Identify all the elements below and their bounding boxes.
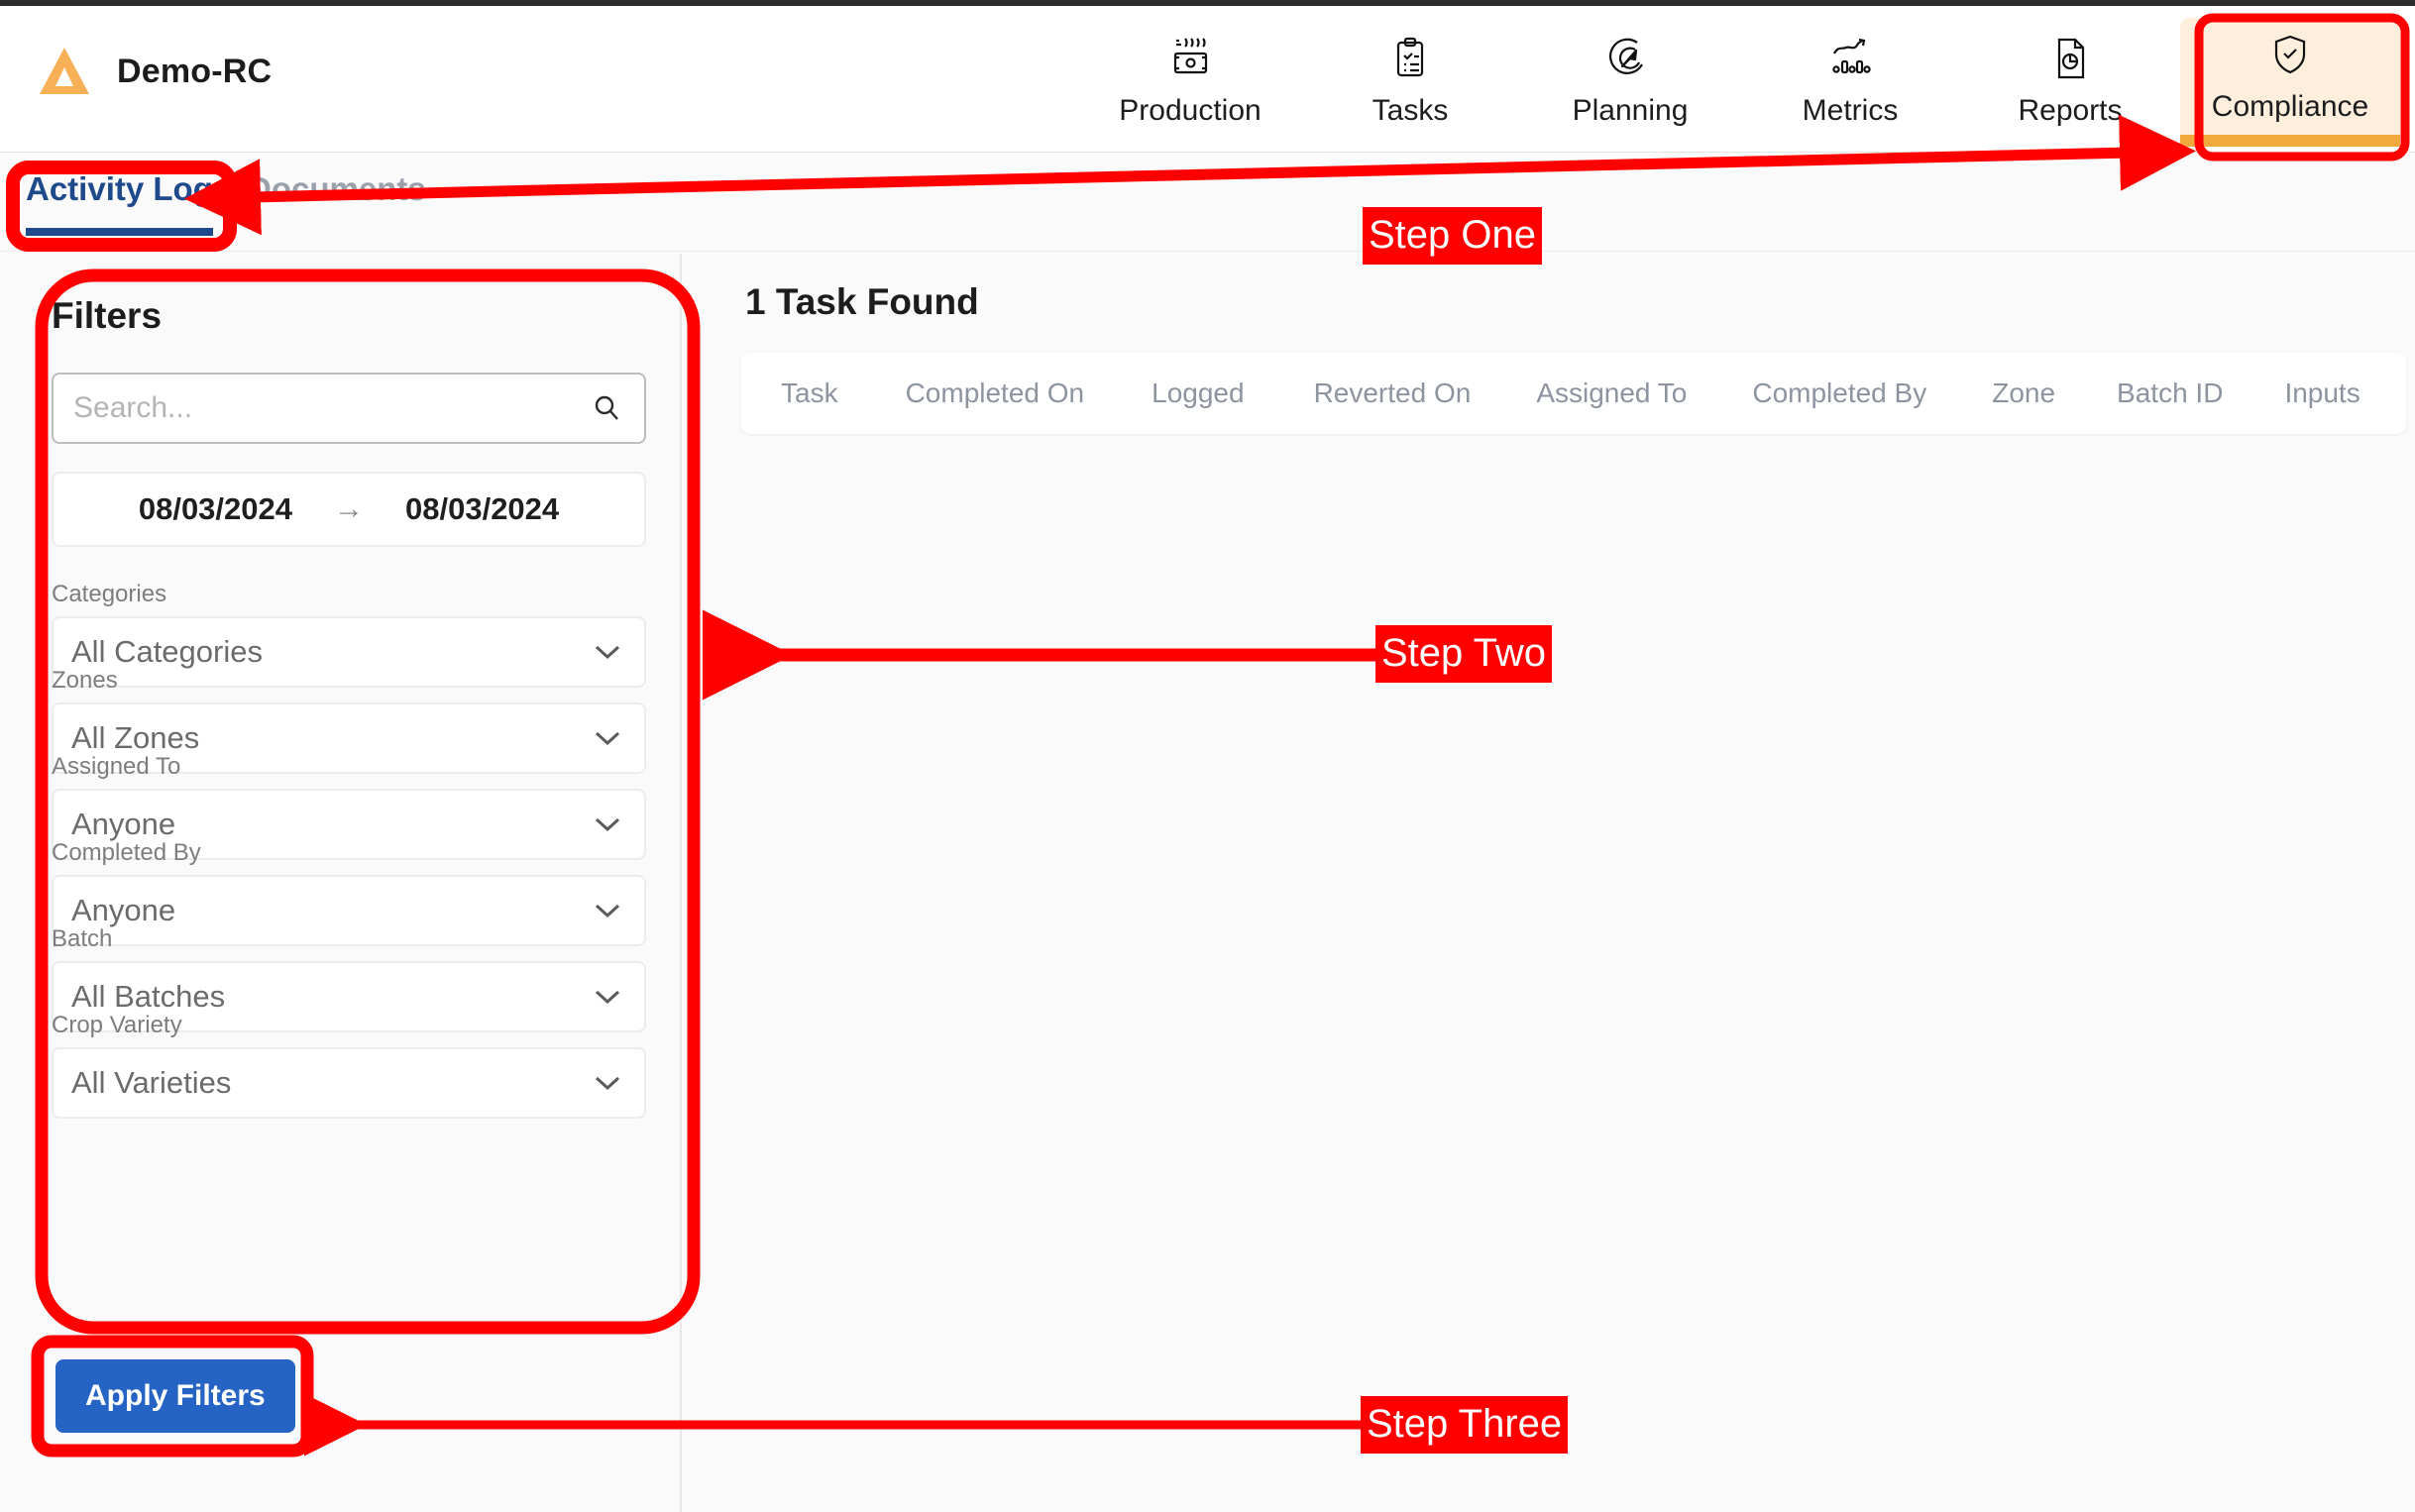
tab-documents[interactable]: Documents <box>248 170 426 208</box>
sub-tab-bar: Activity Log Documents <box>0 153 2415 252</box>
document-chart-icon <box>2046 33 2094 84</box>
date-range-field[interactable]: 08/03/2024 → 08/03/2024 <box>52 472 646 547</box>
cash-production-icon <box>1166 33 1214 84</box>
annotation-step-three-label: Step Three <box>1361 1396 1569 1454</box>
chevron-down-icon <box>593 1074 622 1092</box>
filter-select-crop-variety[interactable]: All Varieties <box>52 1047 646 1119</box>
column-header-zone[interactable]: Zone <box>1992 378 2055 409</box>
filter-value-zones: All Zones <box>71 720 200 755</box>
nav-label-metrics: Metrics <box>1802 94 1899 127</box>
app-window: Demo-RC Production Tasks Planning Metric… <box>0 0 2415 1512</box>
column-header-reverted-on[interactable]: Reverted On <box>1314 378 1472 409</box>
nav-item-metrics[interactable]: Metrics <box>1740 18 1960 143</box>
main-content: 1 Task Found Task Completed On Logged Re… <box>680 254 2415 1512</box>
triangle-logo-icon <box>38 46 91 97</box>
date-range-end[interactable]: 08/03/2024 <box>405 491 559 527</box>
column-header-completed-by[interactable]: Completed By <box>1752 378 1926 409</box>
search-input[interactable] <box>54 375 591 442</box>
column-header-task[interactable]: Task <box>781 378 838 409</box>
nav-label-reports: Reports <box>2018 94 2123 127</box>
nav-label-compliance: Compliance <box>2211 90 2369 123</box>
main-nav: Production Tasks Planning Metrics Report… <box>1080 18 2400 147</box>
chevron-down-icon <box>593 643 622 661</box>
search-field[interactable] <box>52 373 646 444</box>
top-navigation-bar: Demo-RC Production Tasks Planning Metric… <box>0 6 2415 153</box>
shield-check-icon <box>2266 29 2314 80</box>
column-header-assigned-to[interactable]: Assigned To <box>1536 378 1687 409</box>
filter-label-categories: Categories <box>52 581 167 607</box>
nav-label-tasks: Tasks <box>1372 94 1449 127</box>
chevron-down-icon <box>593 988 622 1006</box>
date-range-arrow-icon: → <box>334 492 364 525</box>
clipboard-check-icon <box>1386 33 1434 84</box>
column-header-inputs[interactable]: Inputs <box>2284 378 2360 409</box>
filter-value-categories: All Categories <box>71 634 263 669</box>
column-header-logged[interactable]: Logged <box>1152 378 1244 409</box>
filters-title: Filters <box>52 295 163 336</box>
filter-label-completed-by: Completed By <box>52 839 201 866</box>
apply-filters-button[interactable]: Apply Filters <box>55 1359 295 1433</box>
nav-item-production[interactable]: Production <box>1080 18 1300 143</box>
nav-label-production: Production <box>1119 94 1262 127</box>
filter-label-batch: Batch <box>52 925 113 952</box>
brand: Demo-RC <box>38 46 272 97</box>
filter-label-crop-variety: Crop Variety <box>52 1012 182 1038</box>
column-header-batch-id[interactable]: Batch ID <box>2117 378 2223 409</box>
bar-chart-trend-icon <box>1826 33 1874 84</box>
activity-log-table-header: Task Completed On Logged Reverted On Ass… <box>741 353 2406 434</box>
annotation-step-two-label: Step Two <box>1375 625 1553 683</box>
nav-item-planning[interactable]: Planning <box>1520 18 1740 143</box>
filter-value-crop-variety: All Varieties <box>71 1065 232 1100</box>
chevron-down-icon <box>593 729 622 747</box>
chevron-down-icon <box>593 902 622 919</box>
chevron-down-icon <box>593 815 622 833</box>
date-range-start[interactable]: 08/03/2024 <box>139 491 292 527</box>
target-cursor-icon <box>1606 33 1654 84</box>
tab-activity-log[interactable]: Activity Log <box>26 170 213 236</box>
column-header-completed-on[interactable]: Completed On <box>906 378 1085 409</box>
filter-value-batch: All Batches <box>71 979 226 1014</box>
filter-label-assigned-to: Assigned To <box>52 753 181 780</box>
nav-item-tasks[interactable]: Tasks <box>1300 18 1520 143</box>
nav-item-reports[interactable]: Reports <box>1960 18 2180 143</box>
nav-label-planning: Planning <box>1572 94 1689 127</box>
filter-value-completed-by: Anyone <box>71 893 176 927</box>
filter-group-crop-variety: Crop Variety All Varieties <box>52 1012 646 1119</box>
result-count: 1 Task Found <box>745 281 979 322</box>
filter-value-assigned-to: Anyone <box>71 807 176 841</box>
nav-item-compliance[interactable]: Compliance <box>2180 18 2400 147</box>
search-icon[interactable] <box>591 392 644 424</box>
brand-name: Demo-RC <box>117 52 273 90</box>
filter-label-zones: Zones <box>52 667 118 694</box>
annotation-step-one-label: Step One <box>1363 207 1543 265</box>
